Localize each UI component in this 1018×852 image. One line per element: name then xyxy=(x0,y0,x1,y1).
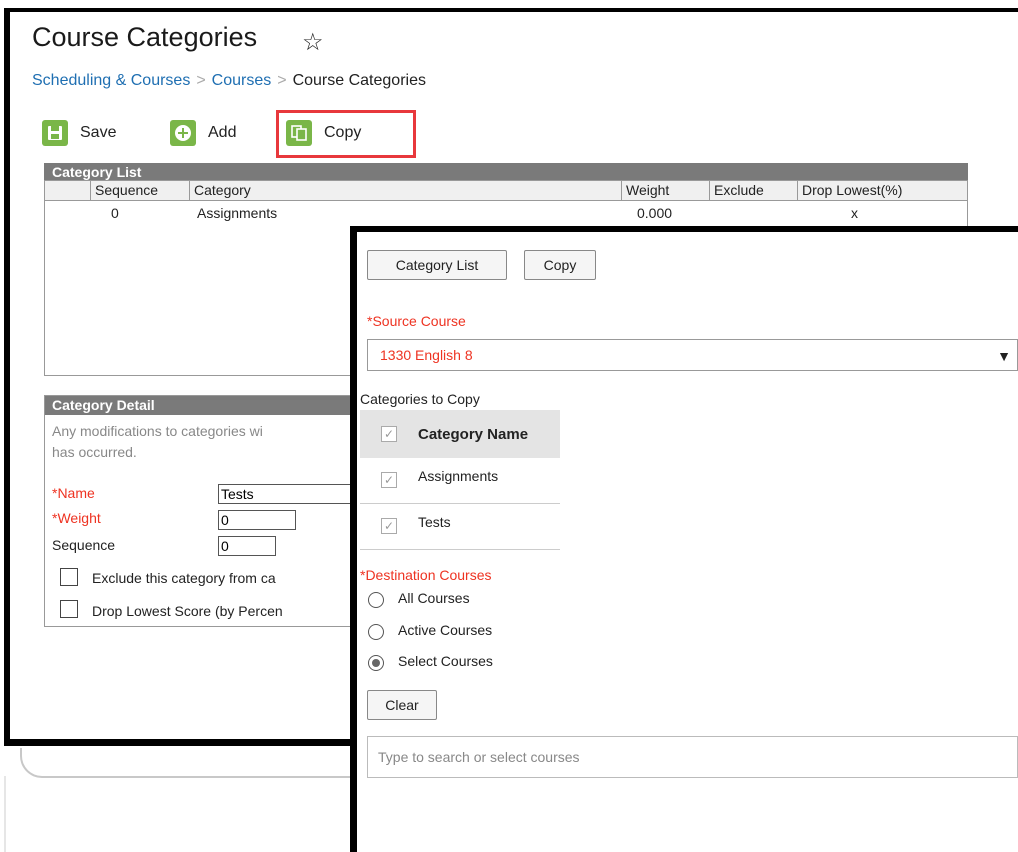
save-button[interactable]: Save xyxy=(42,120,116,146)
active-courses-label: Active Courses xyxy=(398,622,493,638)
detail-note: Any modifications to categories wi has o… xyxy=(52,421,352,463)
cell-drop-lowest: x xyxy=(851,205,858,221)
select-courses-radio[interactable] xyxy=(368,655,384,671)
category-list-header: Category List xyxy=(44,163,968,181)
weight-input[interactable]: 0 xyxy=(218,510,296,530)
category-name-header: Category Name xyxy=(418,426,529,443)
course-search-input[interactable]: Type to search or select courses xyxy=(367,736,1018,778)
window-shadow xyxy=(20,748,382,778)
weight-label: *Weight xyxy=(52,510,101,526)
tests-checkbox[interactable]: ✓ xyxy=(381,518,397,534)
add-label: Add xyxy=(208,124,237,141)
dropdown-arrow-icon: ▼ xyxy=(997,348,1011,364)
cell-category: Assignments xyxy=(197,205,278,221)
column-header-category[interactable]: Category xyxy=(190,181,622,201)
column-header-weight[interactable]: Weight xyxy=(622,181,710,201)
tab-copy[interactable]: Copy xyxy=(524,250,596,280)
source-course-select[interactable]: 1330 English 8 ▼ xyxy=(367,339,1018,371)
sequence-input[interactable]: 0 xyxy=(218,536,276,556)
breadcrumb-current: Course Categories xyxy=(292,72,426,89)
category-item-tests: Tests xyxy=(418,514,451,530)
detail-note-line1: Any modifications to categories wi xyxy=(52,423,263,439)
drop-lowest-label: Drop Lowest Score (by Percen xyxy=(92,603,283,619)
exclude-label: Exclude this category from ca xyxy=(92,570,276,586)
column-header-select xyxy=(45,181,91,201)
column-header-sequence[interactable]: Sequence xyxy=(91,181,190,201)
breadcrumb-scheduling-courses[interactable]: Scheduling & Courses xyxy=(32,72,190,89)
name-label: *Name xyxy=(52,485,95,501)
exclude-checkbox[interactable] xyxy=(60,568,78,586)
row-divider xyxy=(360,549,560,550)
window-edge xyxy=(4,776,6,852)
assignments-checkbox[interactable]: ✓ xyxy=(381,472,397,488)
add-icon xyxy=(170,120,196,146)
destination-courses-label: *Destination Courses xyxy=(360,567,492,583)
save-icon xyxy=(42,120,68,146)
active-courses-radio[interactable] xyxy=(368,624,384,640)
column-header-exclude[interactable]: Exclude xyxy=(710,181,798,201)
favorite-star-icon[interactable]: ☆ xyxy=(302,28,324,57)
detail-note-line2: has occurred. xyxy=(52,444,137,460)
categories-to-copy-label: Categories to Copy xyxy=(360,391,480,407)
row-divider xyxy=(360,503,560,504)
all-courses-radio[interactable] xyxy=(368,592,384,608)
select-courses-label: Select Courses xyxy=(398,653,493,669)
source-course-label: *Source Course xyxy=(367,313,466,329)
save-label: Save xyxy=(80,124,117,141)
category-item-assignments: Assignments xyxy=(418,468,499,484)
name-input[interactable]: Tests xyxy=(218,484,358,504)
source-course-value: 1330 English 8 xyxy=(380,347,473,363)
breadcrumb: Scheduling & Courses > Courses > Course Cate… xyxy=(32,72,426,90)
breadcrumb-courses[interactable]: Courses xyxy=(212,72,272,89)
cell-weight: 0.000 xyxy=(637,205,673,221)
all-courses-label: All Courses xyxy=(398,590,470,606)
breadcrumb-separator-icon: > xyxy=(277,72,287,89)
add-button[interactable]: Add xyxy=(170,120,236,146)
sequence-label: Sequence xyxy=(52,537,116,553)
drop-lowest-checkbox[interactable] xyxy=(60,600,78,618)
tab-category-list[interactable]: Category List xyxy=(367,250,507,280)
breadcrumb-separator-icon: > xyxy=(196,72,206,89)
page-title: Course Categories xyxy=(32,22,258,52)
cell-sequence: 0 xyxy=(111,205,119,221)
column-header-drop-lowest[interactable]: Drop Lowest(%) xyxy=(798,181,968,201)
copy-button-highlight xyxy=(276,110,416,158)
clear-button[interactable]: Clear xyxy=(367,690,437,720)
select-all-checkbox[interactable]: ✓ xyxy=(381,426,397,442)
